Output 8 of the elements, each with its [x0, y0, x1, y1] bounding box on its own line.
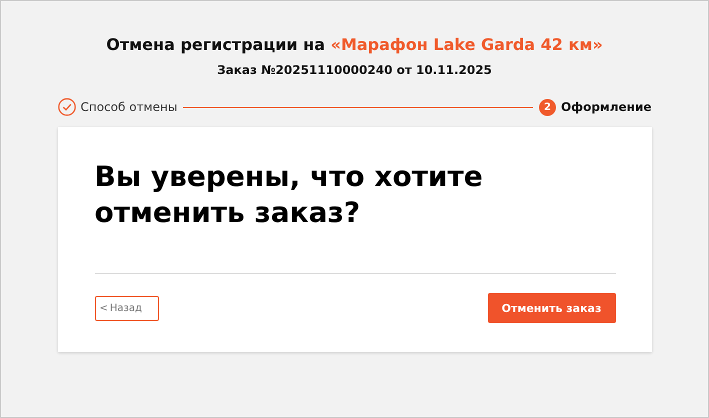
step-number: 2 [538, 98, 556, 116]
cancel-order-button[interactable]: Отменить заказ [488, 293, 616, 323]
back-button[interactable]: < Назад [94, 296, 158, 320]
step-label: Оформление [560, 100, 652, 114]
confirm-heading: Вы уверены, что хотите отменить заказ? [94, 159, 484, 231]
order-subtitle: Заказ №20251110000240 от 10.11.2025 [217, 63, 492, 77]
step-label: Способ отмены [80, 100, 178, 114]
page-title: Отмена регистрации на «Марафон Lake Garda 42 км» [106, 35, 603, 54]
